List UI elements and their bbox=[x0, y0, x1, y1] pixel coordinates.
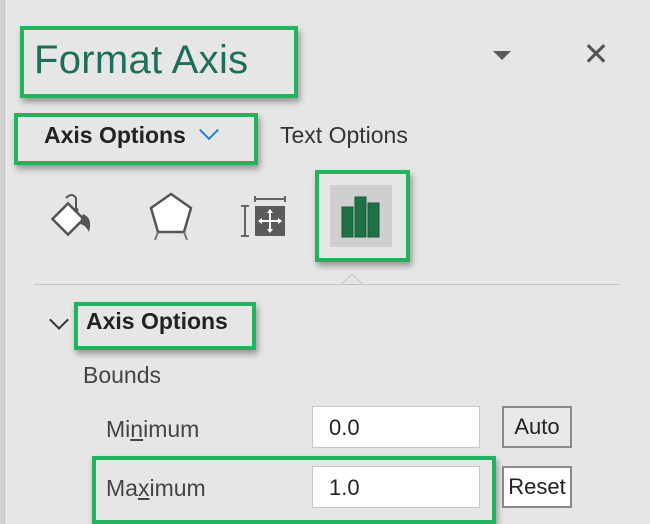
pane-left-border bbox=[0, 0, 5, 524]
bounds-label: Bounds bbox=[83, 362, 162, 388]
minimum-input[interactable]: 0.0 bbox=[312, 406, 480, 448]
bar-chart-icon bbox=[341, 196, 380, 238]
close-icon[interactable]: ✕ bbox=[580, 38, 612, 70]
tab-axis-options[interactable]: Axis Options bbox=[44, 120, 219, 149]
paint-bucket-icon bbox=[50, 194, 91, 237]
effects-tab[interactable] bbox=[140, 185, 202, 247]
minimum-label: Minimum bbox=[106, 416, 199, 443]
minimum-accelerator-key: n bbox=[130, 416, 144, 442]
minimum-label-part: imum bbox=[143, 416, 200, 442]
axis-options-tab[interactable] bbox=[330, 185, 392, 247]
maximum-input[interactable]: 1.0 bbox=[312, 466, 480, 508]
maximum-accelerator-key: x bbox=[137, 475, 150, 501]
pane-title: Format Axis bbox=[34, 38, 249, 82]
tab-axis-options-label: Axis Options bbox=[44, 122, 186, 148]
maximum-label-part: imum bbox=[149, 475, 206, 501]
tab-text-options[interactable]: Text Options bbox=[280, 122, 408, 149]
minimum-label-part: Mi bbox=[106, 416, 131, 442]
maximum-label: Maximum bbox=[106, 475, 206, 502]
chevron-down-icon bbox=[198, 120, 219, 141]
section-title-axis-options[interactable]: Axis Options bbox=[86, 308, 228, 335]
section-divider bbox=[34, 284, 620, 285]
selected-tab-pointer bbox=[342, 273, 362, 285]
size-properties-tab[interactable] bbox=[234, 185, 296, 247]
collapse-chevron-icon[interactable] bbox=[49, 310, 69, 330]
size-properties-icon bbox=[241, 196, 286, 237]
maximum-reset-button[interactable]: Reset bbox=[502, 466, 572, 508]
maximum-label-part: Ma bbox=[106, 475, 138, 501]
pane-options-dropdown-icon[interactable] bbox=[490, 45, 514, 65]
pentagon-icon bbox=[149, 192, 193, 241]
fill-line-tab[interactable] bbox=[42, 185, 104, 247]
minimum-auto-button[interactable]: Auto bbox=[502, 406, 572, 448]
